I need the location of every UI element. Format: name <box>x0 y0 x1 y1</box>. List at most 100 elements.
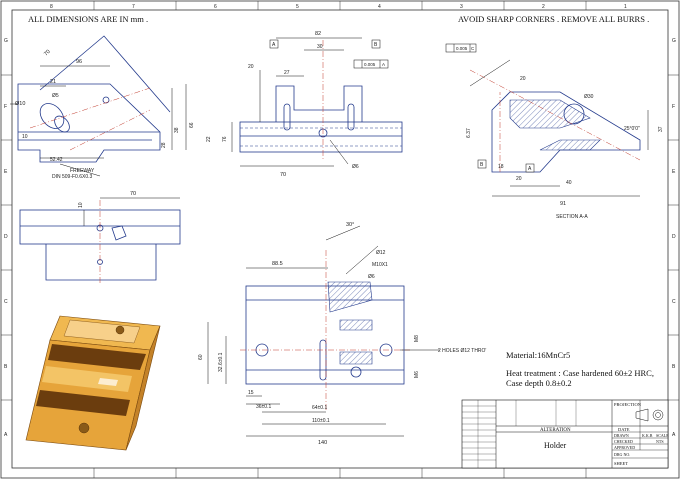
dim-length: 96 <box>76 59 82 65</box>
date-label: DATE <box>618 427 630 432</box>
row-label: A <box>672 432 676 438</box>
gdt-tolerance: 0.005 <box>364 62 376 67</box>
dim-length: 40 <box>566 180 572 186</box>
dim-length: 70 <box>43 49 52 58</box>
dim-length: 20 <box>248 64 254 70</box>
dim-thread: M10X1 <box>372 262 388 268</box>
material-text: Material:16MnCr5 <box>506 350 570 360</box>
gdt-frame: 0.005 A <box>353 59 389 69</box>
alteration-label: ALTERATION <box>540 428 571 433</box>
front-view: 96 70 21 Ø10 52.42 38 Ø5 66 28 10 FREEWA… <box>10 35 195 180</box>
dim-thread: M6 <box>414 371 420 378</box>
dim-length: 110±0.1 <box>312 418 330 424</box>
dim-length: 15 <box>248 390 254 396</box>
dim-length: 6.37 <box>466 128 472 138</box>
column-label: 1 <box>624 4 627 10</box>
row-label: G <box>4 38 8 44</box>
dim-length: 30 <box>317 44 323 50</box>
drawn-label: DRAWN <box>614 433 629 438</box>
sheet-label: SHEET <box>614 461 628 466</box>
heat-treatment-text: Heat treatment : Case hardened 60±2 HRC, <box>506 368 654 378</box>
row-label: F <box>4 104 7 110</box>
column-label: 2 <box>542 4 545 10</box>
gdt-frame: 0.005 C <box>445 43 477 53</box>
gdt-datum: A <box>382 62 385 67</box>
isometric-view <box>25 315 161 451</box>
dim-diameter: Ø6 <box>352 164 359 170</box>
top-center-view: 82 30 27 20 76 70 22 Ø6 0.005 A A B <box>206 31 403 178</box>
dim-length: 82 <box>315 31 321 37</box>
projection-label: PROJECTION <box>614 402 642 407</box>
case-depth-text: Case depth 0.8±0.2 <box>506 378 572 388</box>
row-label: F <box>672 104 675 110</box>
dim-length: 64±0.1 <box>312 405 327 411</box>
dim-angle: 30° <box>346 222 354 228</box>
drawing-sheet: 8 7 6 5 4 3 2 1 G F E D C B A G F E D C … <box>0 0 680 479</box>
dim-length: 20 <box>516 176 522 182</box>
gdt-tolerance: 0.005 <box>456 46 468 51</box>
dim-angle: 25°0'0" <box>624 126 640 132</box>
section-view: 20 Ø30 6.37 18 20 40 91 25°0'0" 37 SECTI… <box>445 43 664 220</box>
side-view: 70 10 <box>19 191 181 285</box>
row-label: C <box>672 299 676 305</box>
holes-note: 2 HOLES Ø12 THRO' <box>438 348 486 354</box>
approved-label: APPROVED <box>614 445 635 450</box>
row-label: A <box>4 432 8 438</box>
section-title: SECTION A-A <box>556 214 588 220</box>
row-label: B <box>4 364 8 370</box>
units-note: ALL DIMENSIONS ARE IN mm . <box>28 14 148 24</box>
dim-length: 37 <box>658 126 664 132</box>
drg-no-label: DRG NO. <box>614 452 630 457</box>
drawn-by: K.K.B <box>642 433 653 438</box>
dim-length: 20 <box>520 76 526 82</box>
dim-length: 28 <box>161 142 167 148</box>
row-label: C <box>4 299 8 305</box>
row-label: E <box>672 169 676 175</box>
dim-length: 10 <box>78 202 84 208</box>
din-note: DIN 509-F0.6X0.3 <box>52 174 93 180</box>
row-label: B <box>672 364 676 370</box>
row-label: D <box>4 234 8 240</box>
dim-diameter: Ø10 <box>15 101 25 107</box>
dim-length: 52.42 <box>50 157 63 163</box>
dim-length: 38 <box>174 127 180 133</box>
dim-length: 70 <box>280 172 286 178</box>
burr-note: AVOID SHARP CORNERS . REMOVE ALL BURRS . <box>458 14 649 24</box>
drawing-canvas: 8 7 6 5 4 3 2 1 G F E D C B A G F E D C … <box>0 0 680 479</box>
material-notes: Material:16MnCr5 Heat treatment : Case h… <box>506 350 654 388</box>
scale-value: NTS <box>656 439 664 444</box>
column-label: 3 <box>460 4 463 10</box>
row-label: D <box>672 234 676 240</box>
dim-length: 36±0.1 <box>256 404 271 410</box>
row-label: E <box>4 169 8 175</box>
column-label: 5 <box>296 4 299 10</box>
dim-diameter: Ø5 <box>52 93 59 99</box>
dim-length: 27 <box>284 70 290 76</box>
dim-length: 70 <box>130 191 136 197</box>
dim-length: 32.6±0.1 <box>218 352 224 372</box>
column-label: 4 <box>378 4 381 10</box>
dim-thread: M8 <box>414 335 420 342</box>
dim-length: 91 <box>560 201 566 207</box>
dim-diameter: Ø6 <box>368 274 375 280</box>
dim-diameter: Ø30 <box>584 94 594 100</box>
main-view: 88.5 30° Ø12 M10X1 Ø6 60 32.6±0.1 36±0.1… <box>198 222 486 446</box>
dim-length: 18 <box>498 164 504 170</box>
checked-label: CHECKED <box>614 439 633 444</box>
dim-length: 60 <box>198 354 204 360</box>
column-label: 8 <box>50 4 53 10</box>
column-label: 6 <box>214 4 217 10</box>
dim-length: 10 <box>22 134 28 140</box>
dim-length: 88.5 <box>272 261 283 267</box>
column-label: 7 <box>132 4 135 10</box>
dim-length: 22 <box>206 136 212 142</box>
row-label: G <box>672 38 676 44</box>
scale-label: SCALE <box>656 433 669 438</box>
dim-length: 66 <box>189 122 195 128</box>
dim-length: 140 <box>318 440 327 446</box>
dim-diameter: Ø12 <box>376 250 386 256</box>
dim-length: 76 <box>222 136 228 142</box>
part-name: Holder <box>544 441 567 450</box>
title-block: ALTERATION Holder DATE DRAWN K.K.B CHECK… <box>461 399 669 469</box>
dim-length: 21 <box>50 79 56 85</box>
